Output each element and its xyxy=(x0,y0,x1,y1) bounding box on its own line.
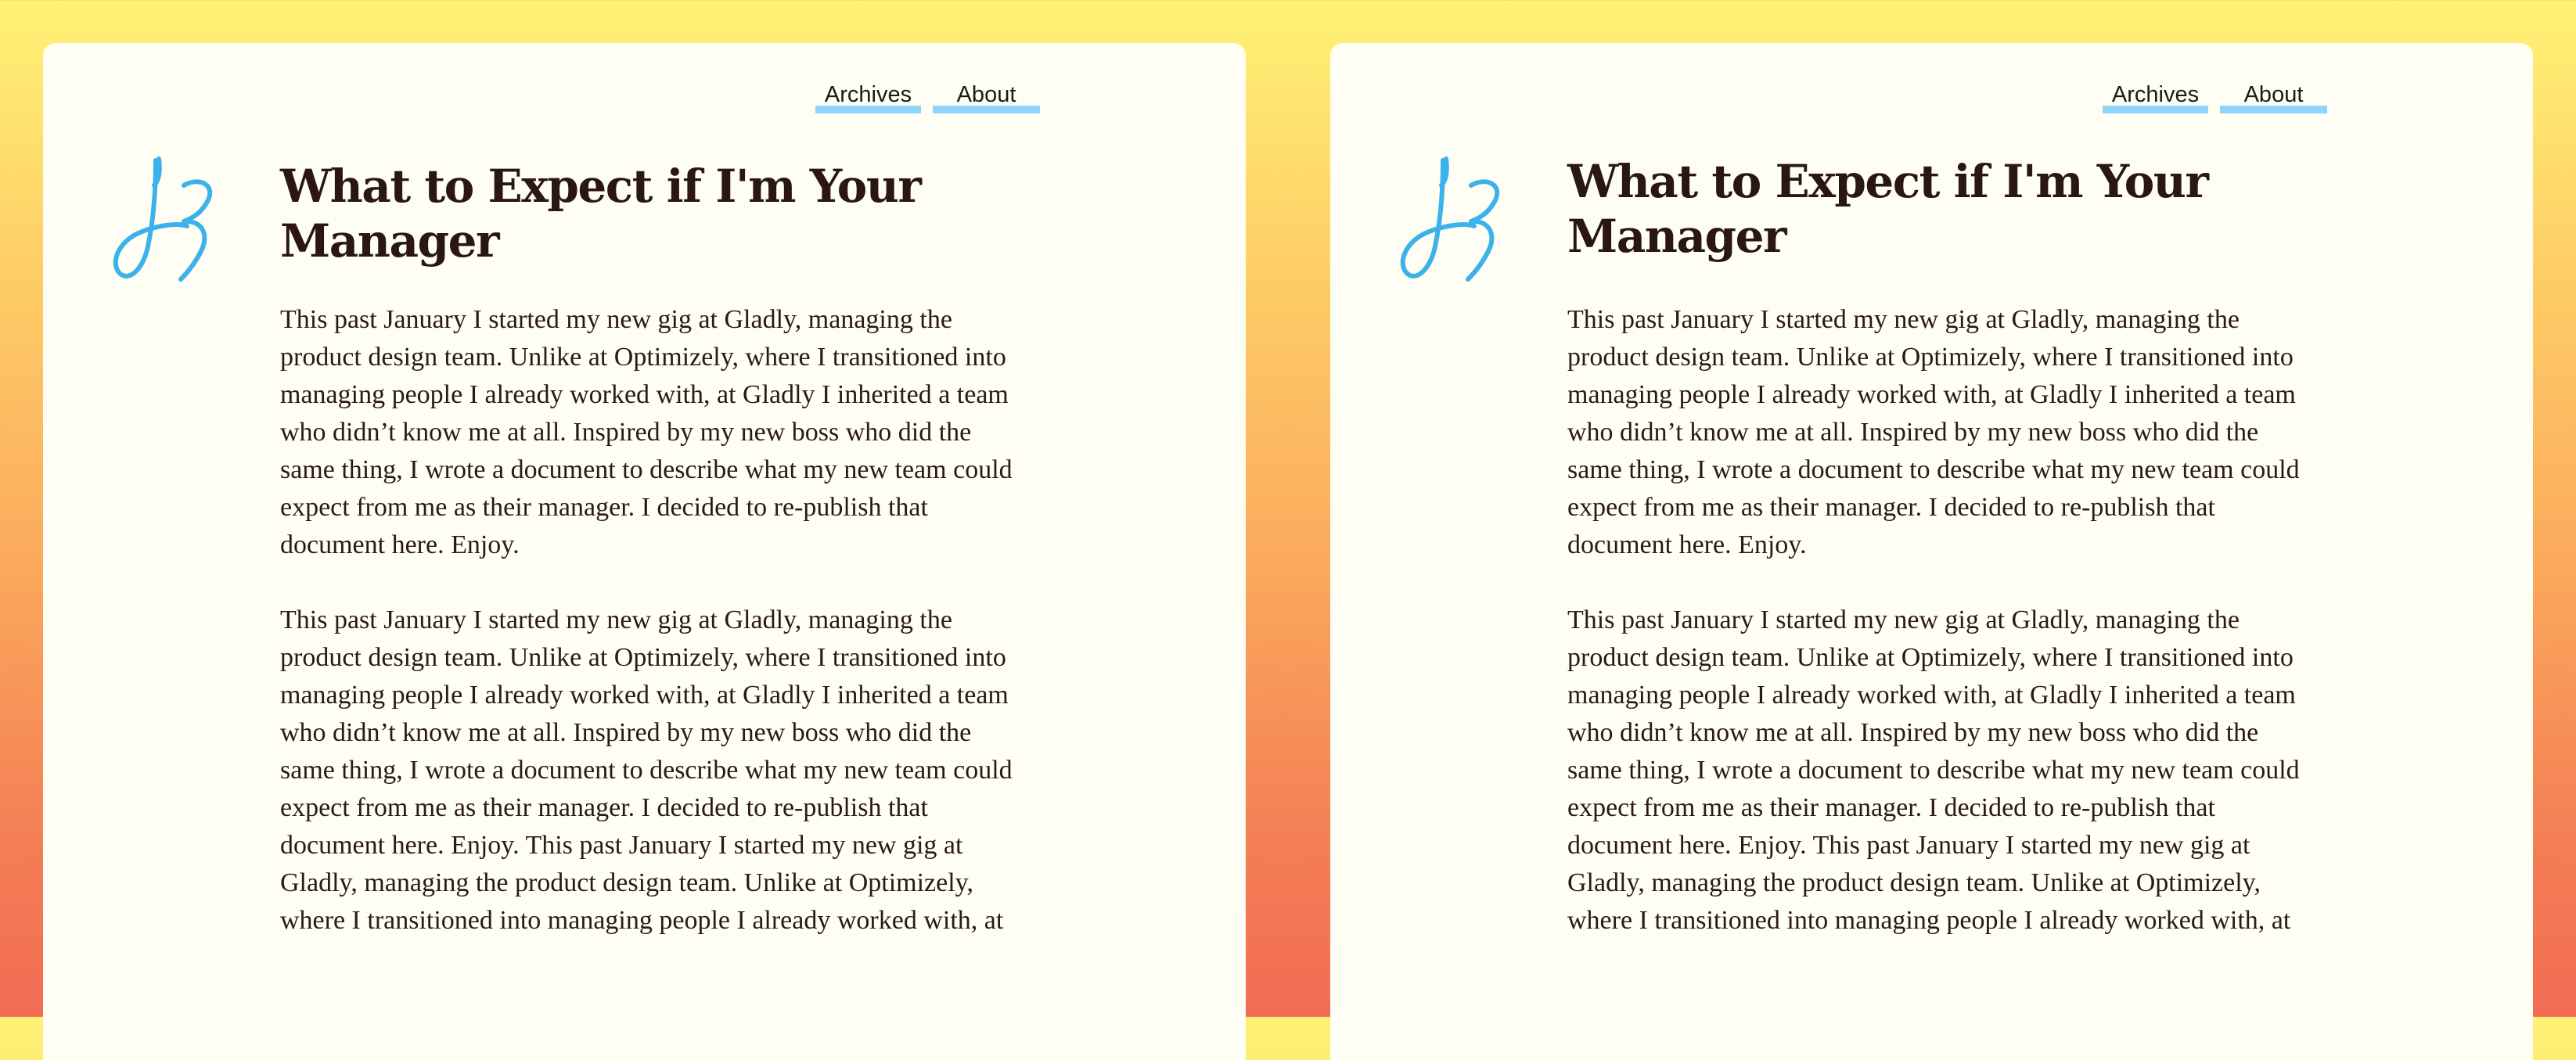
nav-link-about[interactable]: About xyxy=(2220,84,2327,120)
nav-link-archives-label: Archives xyxy=(824,82,912,107)
nav-link-archives[interactable]: Archives xyxy=(2103,84,2208,120)
article-paragraph: This past January I started my new gig a… xyxy=(1567,605,2300,935)
page-panel-right: Archives About What to Expect if I'm You… xyxy=(1330,43,2533,1060)
nav-link-about-label: About xyxy=(2243,82,2304,107)
jz-signature-logo-icon[interactable] xyxy=(109,154,226,287)
article-title: What to Expect if I'm Your Manager xyxy=(1567,155,2209,263)
nav-link-about-label: About xyxy=(956,82,1016,107)
article-paragraph: This past January I started my new gig a… xyxy=(280,305,1013,559)
article-paragraph: This past January I started my new gig a… xyxy=(1567,305,2300,559)
article-paragraph: This past January I started my new gig a… xyxy=(280,605,1013,935)
jz-signature-logo-icon[interactable] xyxy=(1396,154,1513,287)
article-body: This past January I started my new gig a… xyxy=(1567,301,2358,977)
nav-link-archives-label: Archives xyxy=(2111,82,2200,107)
nav-link-about[interactable]: About xyxy=(933,84,1040,120)
nav-link-archives[interactable]: Archives xyxy=(815,84,921,120)
article-body: This past January I started my new gig a… xyxy=(280,301,1070,977)
article-title: What to Expect if I'm Your Manager xyxy=(280,160,922,268)
page-panel-left: Archives About What to Expect if I'm You… xyxy=(43,43,1246,1060)
